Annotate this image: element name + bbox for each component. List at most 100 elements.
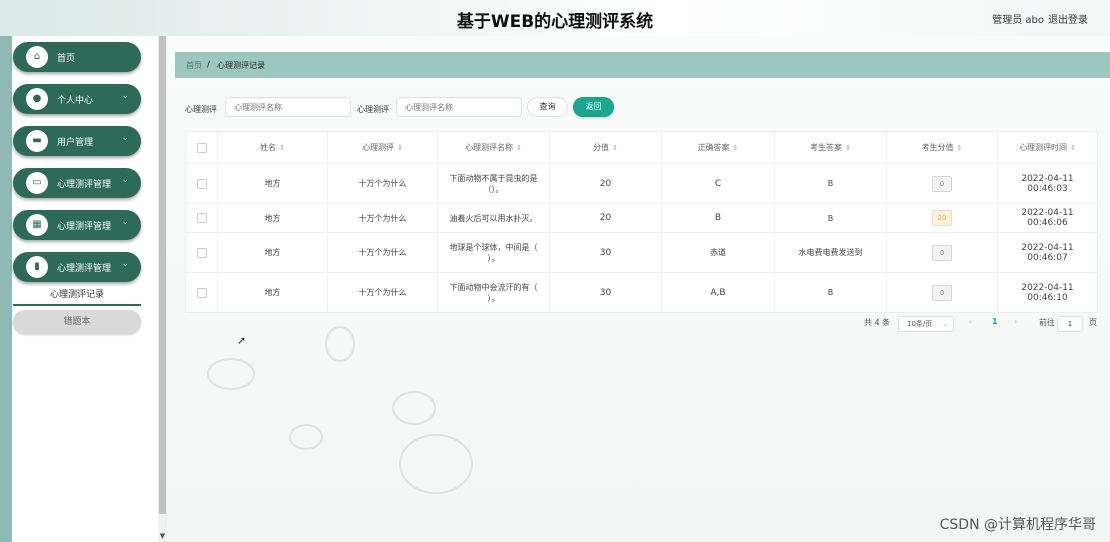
column-header-assessment-name[interactable]: 心理测评名称 ⇕ [438,132,550,163]
scrollbar-thumb[interactable] [159,36,166,514]
cell-candidate-answer: B [775,204,887,232]
page-size-select[interactable]: 10条/页 ⌄ [898,316,954,332]
column-header-correct-answer[interactable]: 正确答案 ⇕ [662,132,775,163]
table-row[interactable]: 地方 十万个为什么 油着火后可以用水扑灭。 20 B B 20 2022-04-… [186,204,1097,233]
chevron-down-icon: ⌄ [121,133,129,143]
cell-correct-answer: C [662,164,775,203]
sidebar-item-assessment-management-3[interactable]: ▮ 心理测评管理 ⌄ [13,252,141,282]
decorative-drop [399,434,473,494]
card-icon: ▬ [26,130,48,152]
cell-candidate-answer: 水电费电费发送到 [775,233,887,272]
breadcrumb-separator: / [207,60,210,69]
mouse-cursor-icon: ➚ [237,334,247,347]
chevron-down-icon: ⌄ [121,91,129,101]
cell-time: 2022-04-11 00:46:10 [1021,282,1074,303]
cell-assessment: 十万个为什么 [328,164,438,203]
sort-icon: ⇕ [397,143,403,152]
cell-name: 地方 [218,164,328,203]
top-header: 基于WEB的心理测评系统 管理员 abo 退出登录 [0,0,1110,36]
sidebar-item-user-management[interactable]: ▬ 用户管理 ⌄ [13,126,141,156]
chevron-down-icon: ⌄ [121,175,129,185]
breadcrumb-home[interactable]: 首页 [186,60,202,71]
cell-assessment: 十万个为什么 [328,233,438,272]
table-row[interactable]: 地方 十万个为什么 下面动物中会流汗的有（ ）。 30 A,B B 0 2022… [186,273,1097,312]
cell-assessment: 十万个为什么 [328,204,438,232]
sidebar: ⌂ 首页 ● 个人中心 ⌄ ▬ 用户管理 ⌄ ▭ 心理测评管理 ⌄ ▦ 心理测评… [12,36,158,542]
chevron-down-icon: ⌄ [121,217,129,227]
row-checkbox[interactable] [196,213,207,223]
briefcase-icon: ▭ [26,172,48,194]
sidebar-item-personal-center[interactable]: ● 个人中心 ⌄ [13,84,141,114]
sidebar-item-home[interactable]: ⌂ 首页 [13,42,141,72]
cell-time: 2022-04-11 00:46:07 [1021,242,1074,263]
sort-icon: ⇕ [845,143,851,152]
sidebar-item-assessment-management-2[interactable]: ▦ 心理测评管理 ⌄ [13,210,141,240]
table-row[interactable]: 地方 十万个为什么 地球是个球体，中间是（ ）。 30 赤道 水电费电费发送到 … [186,233,1097,273]
search-label-assessment-name: 心理测评 [357,105,389,114]
sort-icon: ⇕ [612,143,618,152]
cell-question: 下面动物不属于昆虫的是（）。 [438,164,550,203]
assessment-search-input[interactable] [225,97,351,117]
cell-value: 20 [550,204,662,232]
chart-icon: ▮ [26,256,48,278]
prev-page-icon[interactable]: ‹ [969,317,972,326]
current-user: 管理员 abo [992,15,1044,26]
cell-question: 油着火后可以用水扑灭。 [438,204,550,232]
score-tag: 20 [932,210,952,226]
chevron-down-icon: ⌄ [121,259,129,269]
sort-icon: ⇕ [956,143,963,152]
goto-unit-label: 页 [1089,318,1097,327]
main-content: 首页 / 心理测评记录 心理测评 心理测评 查询 返回 姓名⇕ 心理测评⇕ 心理… [167,36,1110,542]
column-header-assessment[interactable]: 心理测评 ⇕ [328,132,438,163]
query-button[interactable]: 查询 [527,97,568,117]
sidebar-item-label: 心理测评管理 [57,264,112,274]
frame-strip [0,36,12,542]
home-icon: ⌂ [26,46,48,68]
page-number-current[interactable]: 1 [992,317,998,326]
column-header-time[interactable]: 心理测评时间 ⇕ [998,132,1097,163]
score-tag: 0 [932,244,952,261]
decorative-drop [392,391,436,425]
goto-page-input[interactable] [1057,316,1083,332]
column-header-name[interactable]: 姓名 ⇕ [218,132,328,163]
column-header-candidate-score[interactable]: 考生分值 ⇕ [887,132,998,163]
logout-link[interactable]: 退出登录 [1048,11,1088,26]
cell-candidate-answer: B [775,273,887,312]
next-page-icon[interactable]: › [1014,317,1017,326]
cell-candidate-answer: B [775,164,887,203]
sidebar-item-label: 首页 [57,54,76,64]
column-header-value[interactable]: 分值 ⇕ [550,132,662,163]
row-checkbox[interactable] [196,247,207,258]
cell-correct-answer: A,B [662,273,775,312]
row-checkbox[interactable] [196,287,207,298]
watermark: CSDN @计算机程序华哥 [939,517,1096,533]
sidebar-item-label: 心理测评管理 [57,222,112,232]
assessment-name-search-input[interactable] [396,97,522,117]
cell-name: 地方 [218,204,328,232]
sidebar-item-label: 用户管理 [57,138,94,148]
sort-icon: ⇕ [732,143,739,152]
sidebar-item-notebook[interactable]: 错题本 [13,310,141,334]
decorative-drop [325,326,355,362]
sort-icon: ⇕ [516,143,522,152]
decorative-drop [289,424,323,450]
chevron-down-icon: ⌄ [942,320,948,328]
breadcrumb-current: 心理测评记录 [217,61,265,70]
sidebar-item-assessment-management-1[interactable]: ▭ 心理测评管理 ⌄ [13,168,141,198]
cell-question: 下面动物中会流汗的有（ ）。 [438,273,550,312]
sidebar-scrollbar[interactable]: ▼ [158,36,167,542]
cell-name: 地方 [218,233,328,272]
column-header-candidate-answer[interactable]: 考生答案 ⇕ [775,132,887,163]
sidebar-subitem-assessment-records[interactable]: 心理测评记录 [13,286,141,306]
select-all-checkbox[interactable] [196,142,207,153]
table-header-row: 姓名 ⇕ 心理测评 ⇕ 心理测评名称 ⇕ 分值 ⇕ 正确答案 ⇕ 考生答案 ⇕ 考生分值 ⇕ … [186,132,1097,164]
sort-icon: ⇕ [1070,143,1076,152]
grid-icon: ▦ [26,214,48,236]
back-button[interactable]: 返回 [573,97,614,117]
row-checkbox[interactable] [196,178,207,189]
table-row[interactable]: 地方 十万个为什么 下面动物不属于昆虫的是（）。 20 C B 0 2022-0… [186,164,1097,204]
sidebar-item-label: 心理测评管理 [57,180,112,190]
scroll-down-icon[interactable]: ▼ [158,532,167,540]
user-icon: ● [26,88,48,110]
pagination-total: 共 4 条 [864,318,891,327]
